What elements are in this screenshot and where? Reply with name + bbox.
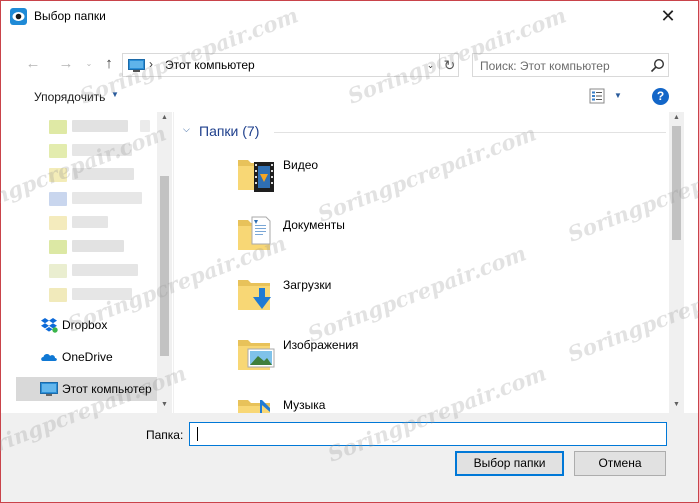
blurred-tree-icon — [49, 168, 67, 182]
folder-picker-dialog: Выбор папки ✕ ← → ⌄ ↑ › Этот компьютер ⌄… — [0, 0, 699, 503]
sidebar-scrollbar[interactable]: ▲ ▼ — [157, 112, 172, 413]
blurred-tree-label — [72, 264, 138, 276]
close-button[interactable]: ✕ — [653, 1, 683, 32]
sidebar-item-label: OneDrive — [62, 350, 113, 364]
search-icon — [650, 58, 665, 73]
folder-name: Изображения — [283, 338, 359, 352]
help-button[interactable]: ? — [652, 88, 669, 105]
breadcrumb-separator: › — [149, 57, 153, 71]
refresh-button[interactable]: ↻ — [439, 54, 459, 76]
folder-name: Загрузки — [283, 278, 332, 292]
documents-folder-icon — [238, 216, 271, 250]
forward-arrow-icon: → — [58, 55, 74, 72]
folder-name: Видео — [283, 158, 319, 172]
recent-locations-button[interactable]: ⌄ — [79, 53, 99, 75]
group-collapse-icon[interactable]: ⌵ — [183, 124, 190, 135]
scroll-down-icon[interactable]: ▼ — [672, 401, 681, 408]
cancel-button[interactable]: Отмена — [574, 451, 666, 476]
blurred-tree-label — [72, 120, 128, 132]
blurred-tree-label — [72, 192, 142, 204]
folder-item-downloads[interactable]: Загрузки — [236, 274, 536, 322]
navigation-pane: Dropbox OneDrive Этот компьютер ▲ ▼ — [16, 112, 172, 413]
blurred-tree-icon — [49, 216, 67, 230]
onedrive-icon — [41, 354, 57, 361]
back-button[interactable]: ← — [23, 53, 43, 75]
sidebar-item-label: Dropbox — [62, 318, 108, 332]
close-icon: ✕ — [660, 6, 676, 26]
refresh-icon: ↻ — [443, 57, 456, 73]
caret-down-icon: ▼ — [111, 90, 119, 99]
blurred-tree-icon — [49, 240, 67, 254]
address-bar[interactable]: › Этот компьютер ⌄ ↻ — [122, 53, 459, 77]
view-menu-caret-icon[interactable]: ▼ — [614, 91, 622, 100]
video-folder-icon — [238, 160, 274, 192]
chevron-down-icon: ⌄ — [85, 59, 93, 68]
scroll-up-icon[interactable]: ▲ — [672, 114, 681, 121]
folder-list: ⌵ Папки (7) Видео Документы Загрузки Изо… — [173, 112, 684, 430]
blurred-tree-icon — [49, 288, 67, 302]
sidebar-scroll-thumb[interactable] — [160, 176, 169, 356]
content-scrollbar[interactable]: ▲ ▼ — [669, 112, 684, 413]
select-folder-button[interactable]: Выбор папки — [455, 451, 564, 476]
blurred-tree-icon — [49, 144, 67, 158]
blurred-tree-label — [72, 240, 124, 252]
folder-item-documents[interactable]: Документы — [236, 214, 536, 262]
folder-name: Документы — [283, 218, 345, 232]
folder-field-label: Папка: — [146, 428, 184, 442]
search-box[interactable]: Поиск: Этот компьютер — [472, 53, 669, 77]
blurred-tree-label — [72, 216, 108, 228]
dropbox-icon — [41, 318, 58, 333]
blurred-tree-icon — [49, 192, 67, 206]
chevron-down-icon: ⌄ — [426, 60, 435, 70]
blurred-tree-icon — [49, 264, 67, 278]
blurred-tree-label — [140, 120, 150, 132]
sidebar-item-dropbox[interactable]: Dropbox — [16, 313, 157, 337]
folder-item-pictures[interactable]: Изображения — [236, 334, 536, 382]
navigation-bar: ← → ⌄ ↑ › Этот компьютер ⌄ ↻ Поиск: Этот… — [1, 49, 698, 79]
app-eye-icon — [10, 8, 27, 25]
blurred-tree-label — [72, 288, 132, 300]
content-scroll-thumb[interactable] — [672, 126, 681, 240]
command-bar: Упорядочить ▼ ▼ ? — [1, 85, 698, 109]
computer-icon — [40, 382, 58, 396]
up-arrow-icon: ↑ — [105, 55, 113, 72]
forward-button[interactable]: → — [56, 53, 76, 75]
group-header[interactable]: Папки (7) — [199, 123, 259, 139]
blurred-tree-label — [72, 144, 132, 156]
window-title: Выбор папки — [34, 9, 106, 23]
folder-name: Музыка — [283, 398, 326, 412]
breadcrumb-this-pc[interactable]: Этот компьютер — [165, 58, 255, 72]
view-options-icon[interactable] — [589, 88, 605, 104]
text-caret — [197, 427, 198, 441]
sidebar-item-label: Этот компьютер — [62, 382, 152, 396]
blurred-tree-icon — [49, 120, 67, 134]
up-button[interactable]: ↑ — [99, 53, 119, 75]
dialog-footer: Папка: Выбор папки Отмена — [1, 413, 698, 502]
sidebar-item-this-pc[interactable]: Этот компьютер — [16, 377, 157, 401]
search-input[interactable]: Поиск: Этот компьютер — [480, 59, 610, 73]
pictures-folder-icon — [238, 340, 275, 370]
folder-name-input[interactable] — [189, 422, 667, 446]
scroll-up-icon[interactable]: ▲ — [160, 114, 169, 121]
computer-icon — [128, 59, 145, 72]
blurred-tree-label — [72, 168, 134, 180]
title-bar: Выбор папки ✕ — [1, 1, 698, 32]
sidebar-item-onedrive[interactable]: OneDrive — [16, 345, 157, 369]
back-arrow-icon: ← — [25, 55, 41, 72]
folder-item-video[interactable]: Видео — [236, 154, 536, 202]
downloads-folder-icon — [238, 280, 271, 310]
scroll-down-icon[interactable]: ▼ — [160, 401, 169, 408]
address-history-button[interactable]: ⌄ — [422, 54, 438, 76]
group-divider — [274, 132, 666, 133]
organize-button[interactable]: Упорядочить — [34, 90, 105, 104]
